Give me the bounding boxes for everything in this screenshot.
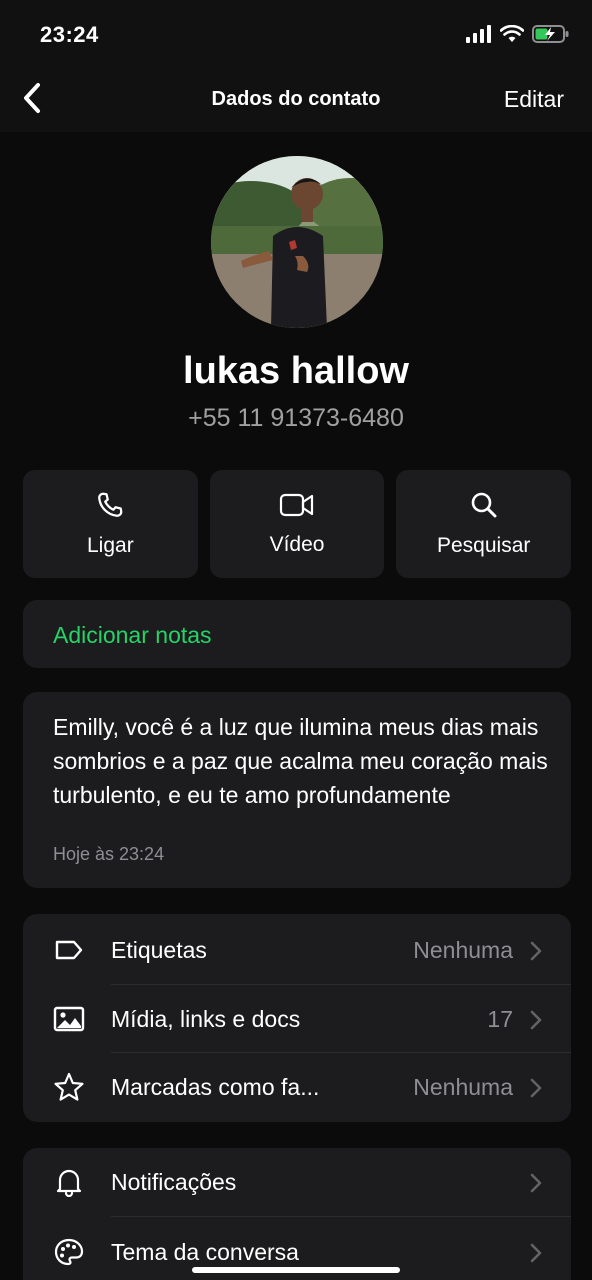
chat-theme-label: Tema da conversa <box>111 1239 299 1265</box>
profile-photo <box>211 156 383 328</box>
edit-button[interactable]: Editar <box>504 86 564 113</box>
contact-phone: +55 11 91373-6480 <box>188 404 404 432</box>
media-label: Mídia, links e docs <box>111 1006 301 1032</box>
notifications-label: Notificações <box>111 1169 237 1195</box>
list-item-labels[interactable]: Etiquetas Nenhuma <box>23 916 571 984</box>
chevron-right-icon <box>530 1173 542 1193</box>
add-notes-label: Adicionar notas <box>53 622 212 648</box>
bell-icon <box>51 1165 87 1199</box>
add-notes-button[interactable]: Adicionar notas <box>23 600 571 668</box>
home-indicator[interactable] <box>192 1267 400 1273</box>
about-text: Emilly, você é a luz que ilumina meus di… <box>53 714 548 808</box>
phone-icon <box>98 492 123 517</box>
video-label: Vídeo <box>269 533 325 556</box>
chevron-right-icon <box>530 1078 542 1098</box>
chevron-right-icon <box>530 1243 542 1263</box>
list-item-notifications[interactable]: Notificações <box>23 1148 571 1216</box>
star-icon <box>51 1070 87 1104</box>
status-icons <box>466 24 570 44</box>
status-time: 23:24 <box>40 22 99 47</box>
nav-bar: Dados do contato Editar <box>0 64 592 132</box>
video-icon <box>279 493 314 517</box>
starred-value: Nenhuma <box>413 1074 513 1100</box>
tag-icon <box>51 933 87 967</box>
image-icon <box>51 1002 87 1036</box>
media-count: 17 <box>487 1006 513 1032</box>
video-button[interactable]: Vídeo <box>209 470 385 578</box>
search-label: Pesquisar <box>436 534 531 557</box>
action-buttons: Ligar Vídeo Pesquisar <box>23 470 572 578</box>
search-icon <box>471 492 497 518</box>
battery-icon <box>532 25 569 43</box>
avatar[interactable] <box>211 156 383 328</box>
list-item-media[interactable]: Mídia, links e docs 17 <box>23 985 571 1053</box>
palette-icon <box>51 1235 87 1269</box>
labels-value: Nenhuma <box>413 937 513 963</box>
status-bar: 23:24 <box>0 0 592 64</box>
details-list: Etiquetas Nenhuma Mídia, links e docs 17… <box>23 914 571 1122</box>
divider <box>111 1216 571 1217</box>
starred-label: Marcadas como fa... <box>111 1074 320 1100</box>
contact-name: lukas hallow <box>183 350 409 392</box>
about-card: Emilly, você é a luz que ilumina meus di… <box>23 692 571 888</box>
chevron-right-icon <box>530 941 542 961</box>
search-button[interactable]: Pesquisar <box>396 470 572 578</box>
labels-label: Etiquetas <box>111 937 207 963</box>
call-label: Ligar <box>86 534 134 557</box>
settings-list: Notificações Tema da conversa <box>23 1148 571 1280</box>
call-button[interactable]: Ligar <box>23 470 198 578</box>
wifi-icon <box>500 25 524 42</box>
chevron-right-icon <box>530 1010 542 1030</box>
about-timestamp: Hoje às 23:24 <box>53 844 165 864</box>
list-item-starred[interactable]: Marcadas como fa... Nenhuma <box>23 1053 571 1121</box>
signal-icon <box>466 25 491 43</box>
